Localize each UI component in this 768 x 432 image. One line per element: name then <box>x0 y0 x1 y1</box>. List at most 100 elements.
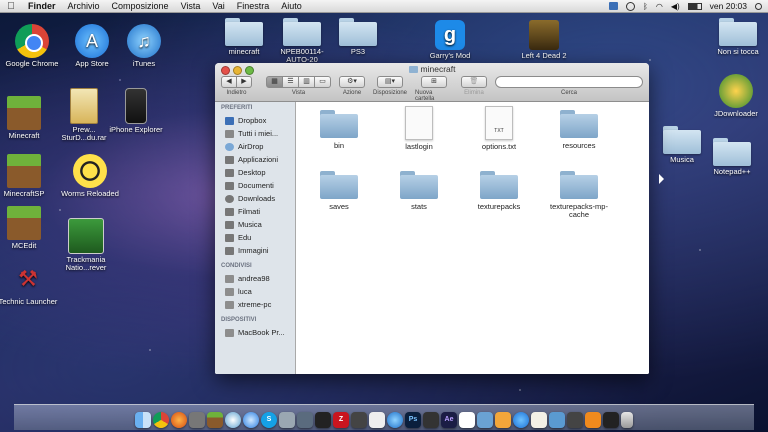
desktop-icon-nonsitocca-folder[interactable]: Non si tocca <box>706 18 768 56</box>
timemachine-icon[interactable] <box>626 1 636 11</box>
appstore-dock-icon[interactable] <box>513 412 529 428</box>
file-label: bin <box>333 141 344 150</box>
menu-vai[interactable]: Vai <box>206 1 230 11</box>
finder-dock-icon[interactable] <box>135 412 151 428</box>
search-input[interactable] <box>495 76 643 88</box>
sidebar-item-luca[interactable]: luca <box>215 285 295 298</box>
calculator-dock-icon[interactable] <box>567 412 583 428</box>
battery-icon[interactable] <box>687 2 702 10</box>
volume-icon[interactable]: ◀) <box>671 2 680 11</box>
file-item[interactable]: resources <box>544 110 614 150</box>
desktop-icon-trackmania[interactable]: Trackmania Natio...rever <box>54 218 118 272</box>
terminal-dock-icon[interactable] <box>315 412 331 428</box>
desktop-icon-l4d2[interactable]: Left 4 Dead 2 <box>512 20 576 60</box>
preview-dock-icon[interactable] <box>477 412 493 428</box>
icon-view-button[interactable]: ▦ <box>266 76 283 88</box>
sidebar-item-desktop[interactable]: Desktop <box>215 166 295 179</box>
garageband-dock-icon[interactable] <box>495 412 511 428</box>
sidebar-item-pictures[interactable]: Immagini <box>215 244 295 257</box>
photoshop-dock-icon[interactable]: Ps <box>405 412 421 428</box>
apple-menu-icon[interactable]:  <box>0 1 22 12</box>
desktop-icon-garrysmod[interactable]: g Garry's Mod <box>418 20 482 60</box>
sidebar-item-downloads[interactable]: Downloads <box>215 192 295 205</box>
sidebar-item-documents[interactable]: Documenti <box>215 179 295 192</box>
menu-composizione[interactable]: Composizione <box>106 1 175 11</box>
menu-clock[interactable]: ven 20:03 <box>710 1 747 11</box>
desktop-icon-mcedit[interactable]: MCEdit <box>0 206 56 250</box>
video-dock-icon[interactable] <box>351 412 367 428</box>
desktop-icon-worms[interactable]: Worms Reloaded <box>58 154 122 198</box>
sidebar-item-applications[interactable]: Applicazioni <box>215 153 295 166</box>
chrome-icon <box>15 24 49 58</box>
file-item[interactable]: saves <box>304 171 374 211</box>
file-item[interactable]: lastlogin <box>384 106 454 151</box>
menu-archivio[interactable]: Archivio <box>62 1 106 11</box>
desktop-icon-chrome[interactable]: Google Chrome <box>0 24 64 68</box>
trash-dock-icon[interactable] <box>621 412 633 428</box>
file-item[interactable]: texturepacks-mp-cache <box>544 171 614 219</box>
skype-dock-icon[interactable]: S <box>261 412 277 428</box>
minecraft-dock-icon[interactable] <box>207 412 223 428</box>
desktop-icon-jdownloader[interactable]: JDownloader <box>704 74 768 118</box>
sidebar-item-xtreme-pc[interactable]: xtreme-pc <box>215 298 295 311</box>
back-button[interactable]: ◀ <box>221 76 237 88</box>
forward-button[interactable]: ▶ <box>237 76 252 88</box>
file-label: stats <box>411 202 427 211</box>
desktop-icon-iphone-explorer[interactable]: iPhone Explorer <box>104 88 168 134</box>
spotlight-icon[interactable] <box>755 2 762 10</box>
filezilla-dock-icon[interactable]: Z <box>333 412 349 428</box>
file-item[interactable]: TXT options.txt <box>464 106 534 151</box>
wireless-dock-icon[interactable] <box>369 412 385 428</box>
coverflow-view-button[interactable]: ▭ <box>315 76 331 88</box>
sidebar-item-macbook[interactable]: MacBook Pr... <box>215 326 295 339</box>
delete-button[interactable]: 🗑 <box>461 76 487 88</box>
column-view-button[interactable]: ▥ <box>299 76 315 88</box>
bluetooth-icon[interactable]: ᛒ <box>643 2 648 11</box>
tools-dock-icon[interactable] <box>189 412 205 428</box>
chrome-dock-icon[interactable] <box>153 412 169 428</box>
aftereffects-dock-icon[interactable]: Ae <box>441 412 457 428</box>
textedit-dock-icon[interactable] <box>531 412 547 428</box>
music-dock-icon[interactable] <box>603 412 619 428</box>
iphoto-dock-icon[interactable] <box>549 412 565 428</box>
xcode-dock-icon[interactable] <box>297 412 313 428</box>
sidebar-item-music[interactable]: Musica <box>215 218 295 231</box>
sidebar-item-andrea98[interactable]: andrea98 <box>215 272 295 285</box>
desktop-icon-minecraft-folder[interactable]: minecraft <box>212 18 276 56</box>
action-gear-button[interactable]: ⚙▾ <box>339 76 365 88</box>
itunes-dock-icon[interactable] <box>387 412 403 428</box>
desktop-icon-technic[interactable]: ⚒ Technic Launcher <box>0 262 60 306</box>
menu-app-finder[interactable]: Finder <box>22 1 62 11</box>
desktop-icon-minecraftsp[interactable]: MinecraftSP <box>0 154 56 198</box>
vlc-dock-icon[interactable] <box>585 412 601 428</box>
list-view-button[interactable]: ☰ <box>283 76 299 88</box>
safari-dock-icon[interactable] <box>243 412 259 428</box>
camera-dock-icon[interactable] <box>423 412 439 428</box>
firefox-dock-icon[interactable] <box>171 412 187 428</box>
desktop-icon-itunes[interactable]: ♫ iTunes <box>112 24 176 68</box>
desktop-icon-npeb-folder[interactable]: NPEB00114-AUTO-20 <box>270 18 334 64</box>
menu-aiuto[interactable]: Aiuto <box>275 1 308 11</box>
window-titlebar[interactable]: minecraft ◀ ▶ Indietro ▦ ☰ ▥ ▭ Vista ⚙▾ <box>215 63 649 102</box>
menu-finestra[interactable]: Finestra <box>231 1 276 11</box>
sidebar-item-dropbox[interactable]: Dropbox <box>215 114 295 127</box>
sidebar-item-airdrop[interactable]: AirDrop <box>215 140 295 153</box>
sidebar-item-all-files[interactable]: Tutti i miei... <box>215 127 295 140</box>
sidebar-item-edu[interactable]: Edu <box>215 231 295 244</box>
file-item[interactable]: bin <box>304 110 374 150</box>
wifi-icon[interactable]: ◠ <box>656 2 663 11</box>
file-item[interactable]: stats <box>384 171 454 211</box>
desktop-icon-notepad-folder[interactable]: Notepad++ <box>700 138 764 176</box>
desktop-icon-ps3-folder[interactable]: PS3 <box>326 18 390 56</box>
desktop-icon-label: iPhone Explorer <box>109 125 163 134</box>
mail-dock-icon[interactable] <box>279 412 295 428</box>
photos-dock-icon[interactable] <box>225 412 241 428</box>
file-item[interactable]: texturepacks <box>464 171 534 211</box>
arrange-button[interactable]: ▤▾ <box>377 76 404 88</box>
ical-dock-icon[interactable] <box>459 412 475 428</box>
new-folder-button[interactable]: ⊞ <box>421 76 448 88</box>
dropbox-status-icon[interactable] <box>609 2 619 10</box>
sidebar-item-movies[interactable]: Filmati <box>215 205 295 218</box>
desktop-icon-minecraft[interactable]: Minecraft <box>0 96 56 140</box>
menu-vista[interactable]: Vista <box>175 1 207 11</box>
